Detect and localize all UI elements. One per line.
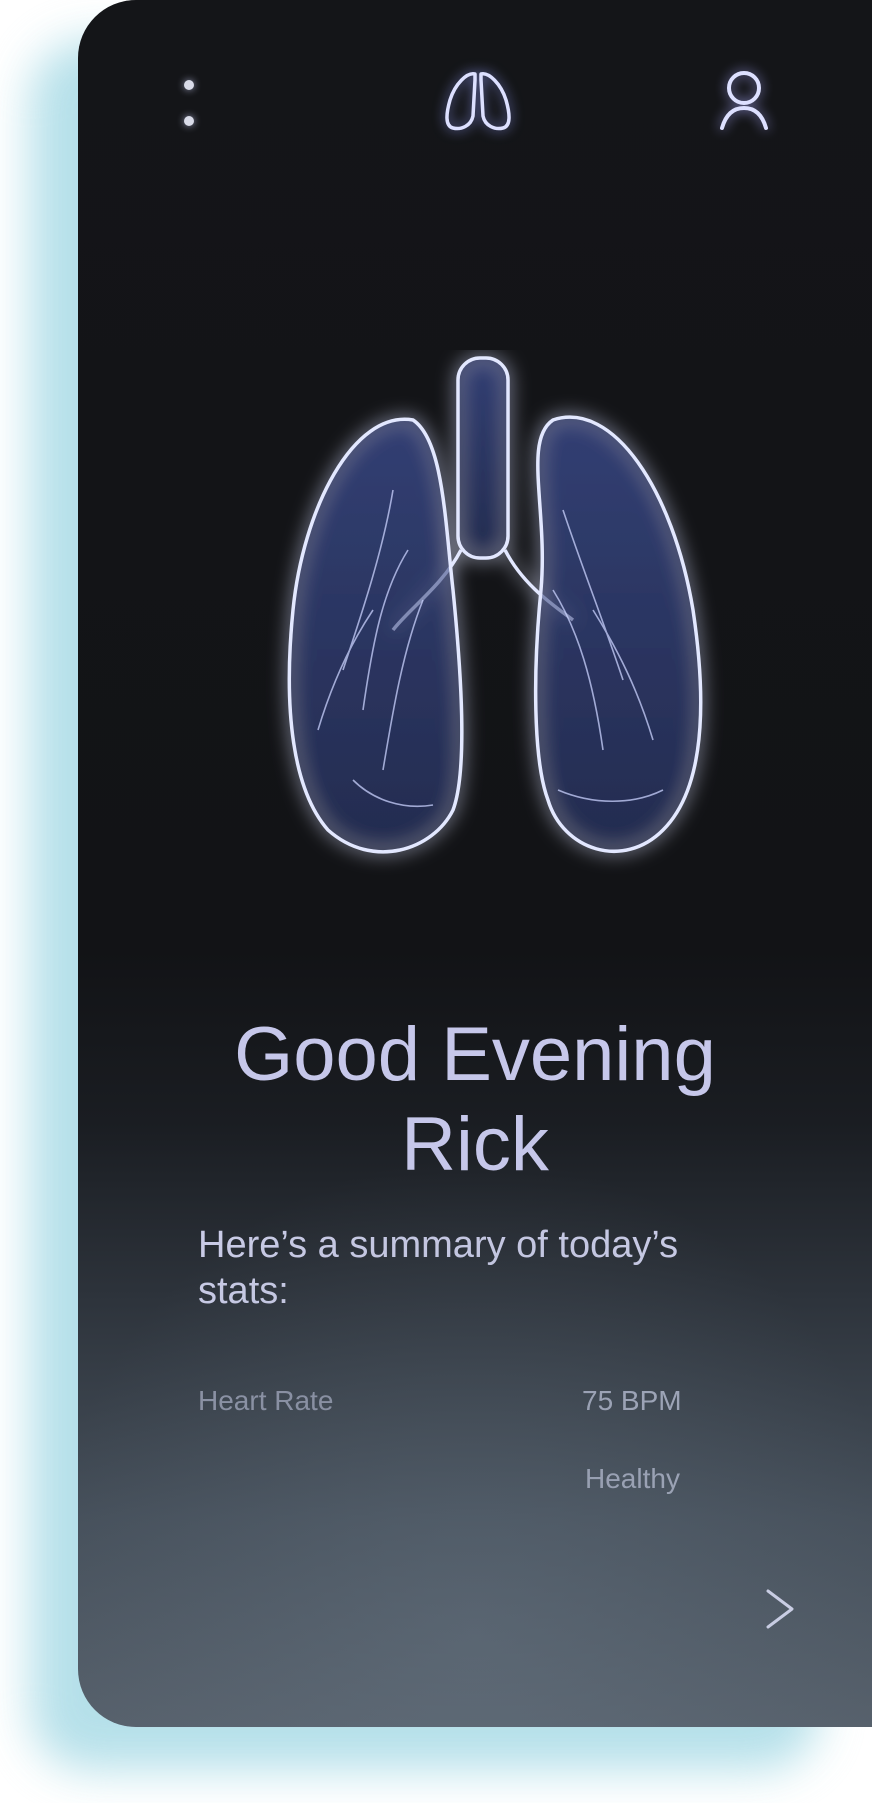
summary-text: Here’s a summary of today’s stats: [198,1224,679,1312]
greeting-heading: Good Evening Rick [138,1010,812,1190]
top-bar [78,0,872,200]
greeting-name: Rick [401,1102,549,1187]
greeting-line-1: Good Evening [234,1012,716,1097]
next-button[interactable] [760,1585,800,1633]
lungs-illustration [287,356,703,854]
heart-rate-status: Healthy [585,1463,680,1494]
heart-rate-value: 75 BPM [582,1385,682,1416]
vertical-dots-icon [184,80,194,90]
user-icon [720,71,768,130]
menu-button[interactable] [177,80,201,126]
app-screen: Good Evening Rick Here’s a summary of to… [78,0,872,1727]
profile-button[interactable] [714,66,774,136]
heart-rate-label: Heart Rate [198,1385,334,1416]
chevron-right-icon [766,1589,794,1629]
lungs-logo-icon [445,72,511,131]
